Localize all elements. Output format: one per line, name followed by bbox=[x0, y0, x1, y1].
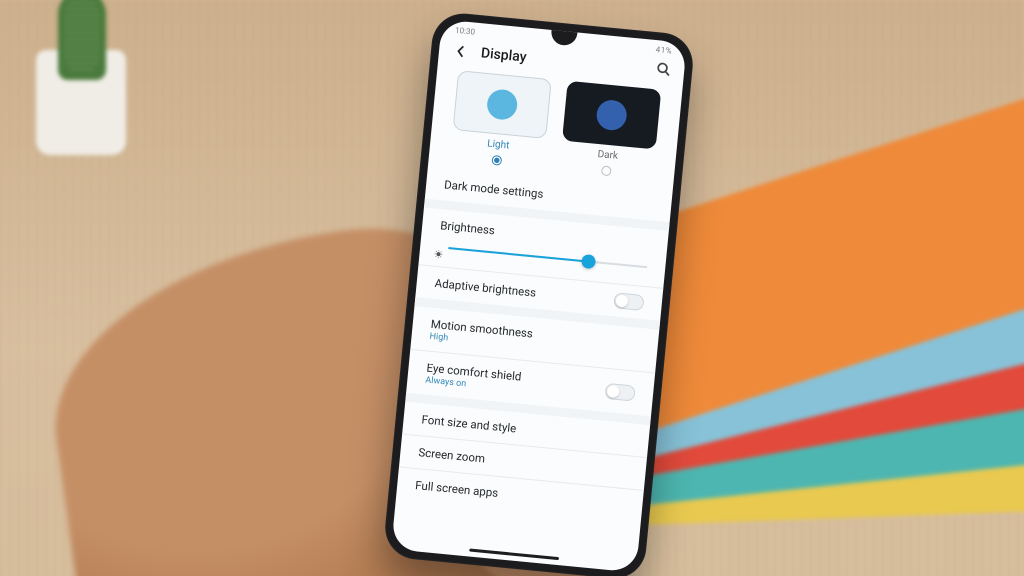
radio-light[interactable] bbox=[491, 155, 502, 166]
theme-option-light[interactable]: Light bbox=[447, 70, 555, 170]
search-icon[interactable] bbox=[655, 60, 671, 80]
phone: 10:30 41% Display Light Dark bbox=[382, 11, 695, 576]
theme-label-dark: Dark bbox=[597, 149, 618, 162]
toggle-eye-comfort[interactable] bbox=[605, 382, 636, 401]
theme-option-dark[interactable]: Dark bbox=[556, 80, 664, 180]
plant bbox=[36, 50, 126, 155]
phone-screen: 10:30 41% Display Light Dark bbox=[391, 19, 687, 572]
toggle-adaptive-brightness[interactable] bbox=[613, 292, 644, 311]
theme-label-light: Light bbox=[487, 138, 510, 151]
theme-preview-light bbox=[453, 70, 552, 139]
back-button[interactable] bbox=[452, 42, 469, 59]
status-time: 10:30 bbox=[455, 26, 476, 37]
radio-dark[interactable] bbox=[601, 165, 612, 176]
theme-preview-dark bbox=[562, 81, 661, 150]
status-battery: 41% bbox=[655, 45, 672, 56]
brightness-icon bbox=[435, 243, 444, 252]
